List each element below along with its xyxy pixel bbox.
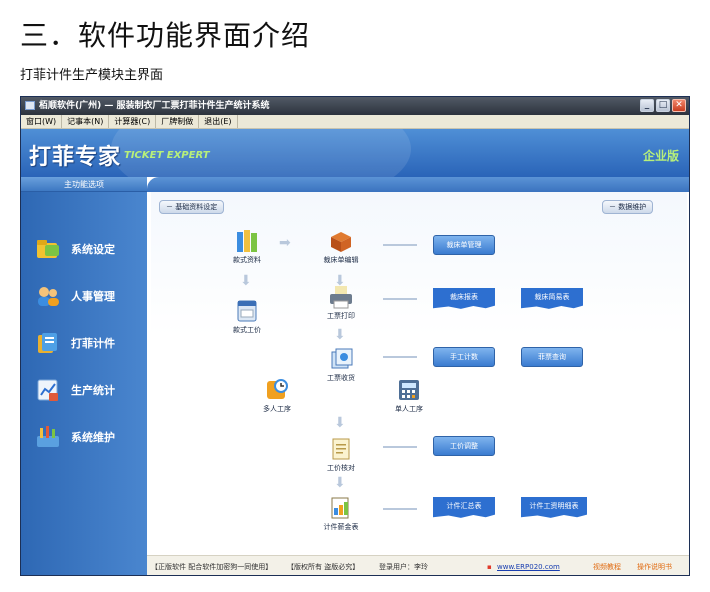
app-banner: 打菲专家 TICKET EXPERT 企业版	[21, 129, 689, 177]
connector-line	[383, 446, 417, 448]
login-user: 登录用户：李玲	[379, 563, 428, 571]
brand-name: 打菲专家	[29, 145, 122, 170]
notepad-icon	[328, 436, 354, 460]
menu-notepad[interactable]: 记事本(N)	[62, 115, 110, 128]
workflow-panel: － 基础资料设定 － 数据维护 款式资料 ➡ 裁床单编辑 裁床单管理 ⬇ ⬇ 款…	[151, 192, 687, 552]
ticket-receive-node[interactable]: 工票收货	[311, 346, 371, 383]
document-title: 三．软件功能界面介绍	[20, 19, 311, 52]
tools-icon	[35, 424, 61, 450]
sidebar-header: 主功能选项	[21, 177, 147, 192]
menu-calculator[interactable]: 计算器(C)	[109, 115, 157, 128]
main-panel: － 基础资料设定 － 数据维护 款式资料 ➡ 裁床单编辑 裁床单管理 ⬇ ⬇ 款…	[147, 177, 689, 575]
sidebar-item-label: 生产统计	[71, 384, 115, 397]
chart-icon	[35, 377, 61, 403]
basic-settings-button[interactable]: － 基础资料设定	[159, 200, 225, 214]
edition-label: 企业版	[642, 149, 679, 163]
bed-report-button[interactable]: 裁床报表	[433, 288, 495, 309]
menu-badge-maker[interactable]: 厂牌制做	[156, 115, 200, 128]
calendar-icon	[234, 298, 260, 322]
sidebar-item-label: 人事管理	[71, 290, 115, 303]
copyright-text: 【版权所有 盗版必究】	[287, 563, 360, 571]
menu-exit[interactable]: 退出(E)	[199, 115, 238, 128]
box-icon	[328, 228, 354, 252]
close-button[interactable]: ✕	[672, 99, 686, 112]
ticket-print-node[interactable]: 工票打印	[311, 284, 371, 321]
connector-line	[383, 508, 417, 510]
tickets-icon	[35, 330, 61, 356]
bullet-icon: ▪	[487, 563, 492, 571]
connector-line	[383, 298, 417, 300]
collapse-icon: －	[166, 203, 176, 211]
document-subtitle: 打菲计件生产模块主界面	[20, 68, 164, 83]
main-top-bar	[147, 177, 689, 192]
manual-count-button[interactable]: 手工计数	[433, 347, 495, 367]
menu-window[interactable]: 窗口(W)	[21, 115, 63, 128]
arrow-down-icon: ⬇	[334, 327, 346, 343]
style-price-node[interactable]: 款式工价	[217, 298, 277, 335]
window-title: 栢顺软件(广州) — 服装制衣厂工票打菲计件生产统计系统	[39, 101, 270, 111]
sidebar-item-label: 系统设定	[71, 243, 115, 256]
calculator-icon	[396, 377, 422, 401]
bed-ticket-edit-node[interactable]: 裁床单编辑	[311, 228, 371, 265]
piece-wage-detail-button[interactable]: 计件工资明细表	[521, 497, 587, 518]
video-tutorial-link[interactable]: 视频教程	[593, 556, 621, 575]
arrow-down-icon: ⬇	[334, 475, 346, 491]
sidebar: 主功能选项 系统设定 人事管理 打菲计件 生产统计 系统维护	[21, 177, 147, 575]
brand-english: TICKET EXPERT	[124, 150, 210, 161]
maximize-button[interactable]: □	[656, 99, 670, 112]
app-icon	[25, 101, 35, 110]
arrow-right-icon: ➡	[279, 235, 291, 251]
clock-icon	[264, 377, 290, 401]
license-text: 【正版软件 配合软件加密狗一同使用】	[151, 563, 273, 571]
printer-icon	[328, 284, 354, 309]
folder-icon	[35, 236, 61, 262]
multi-process-node[interactable]: 多人工序	[247, 377, 307, 414]
title-bar[interactable]: 栢顺软件(广州) — 服装制衣厂工票打菲计件生产统计系统 _ □ ✕	[21, 97, 689, 115]
data-maintenance-button[interactable]: － 数据维护	[602, 200, 654, 214]
manual-link[interactable]: 操作说明书	[637, 556, 672, 575]
minimize-button[interactable]: _	[640, 99, 654, 112]
arrow-down-icon: ⬇	[334, 415, 346, 431]
connector-line	[383, 356, 417, 358]
spreadsheet-icon	[328, 495, 354, 519]
sidebar-item-label: 系统维护	[71, 431, 115, 444]
users-icon	[35, 283, 61, 309]
connector-line	[383, 244, 417, 246]
style-data-node[interactable]: 款式资料	[217, 228, 277, 265]
website-link[interactable]: www.ERP020.com	[497, 556, 560, 575]
bed-simple-report-button[interactable]: 裁床简易表	[521, 288, 583, 309]
document-stack-icon	[328, 346, 354, 370]
single-process-node[interactable]: 单人工序	[379, 377, 439, 414]
binders-icon	[234, 228, 260, 252]
sidebar-item-label: 打菲计件	[71, 337, 115, 350]
collapse-icon: －	[609, 203, 619, 211]
status-bar: 【正版软件 配合软件加密狗一同使用】 【版权所有 盗版必究】 登录用户：李玲 ▪…	[147, 555, 689, 575]
sidebar-item-system-maintenance[interactable]: 系统维护	[35, 423, 115, 451]
menu-bar: 窗口(W) 记事本(N) 计算器(C) 厂牌制做 退出(E)	[21, 115, 689, 129]
price-check-node[interactable]: 工价核对	[311, 436, 371, 473]
piece-wage-table-node[interactable]: 计件薪金表	[311, 495, 371, 532]
price-adjust-button[interactable]: 工价调整	[433, 436, 495, 456]
arrow-down-icon: ⬇	[240, 273, 252, 289]
bed-ticket-manage-button[interactable]: 裁床单管理	[433, 235, 495, 255]
sidebar-item-hr[interactable]: 人事管理	[35, 282, 115, 310]
sidebar-item-piece-ticket[interactable]: 打菲计件	[35, 329, 115, 357]
sidebar-item-production-stats[interactable]: 生产统计	[35, 376, 115, 404]
app-window: 栢顺软件(广州) — 服装制衣厂工票打菲计件生产统计系统 _ □ ✕ 窗口(W)…	[20, 96, 690, 576]
sidebar-item-system-settings[interactable]: 系统设定	[35, 235, 115, 263]
piece-summary-button[interactable]: 计件汇总表	[433, 497, 495, 518]
ticket-query-button[interactable]: 菲票查询	[521, 347, 583, 367]
